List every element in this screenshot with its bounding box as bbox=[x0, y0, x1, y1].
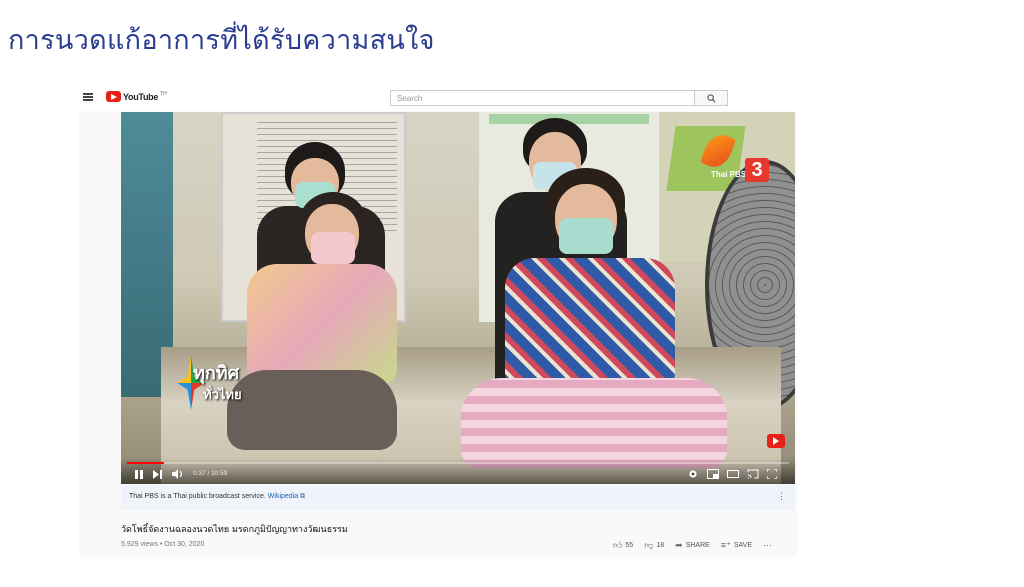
external-link-icon[interactable]: ⧉ bbox=[300, 493, 305, 500]
theater-mode-icon[interactable] bbox=[727, 469, 739, 479]
time-display: 0:37 / 10:59 bbox=[193, 470, 228, 477]
hamburger-menu-icon[interactable] bbox=[83, 93, 93, 101]
youtube-country-code: TH bbox=[160, 91, 167, 97]
pause-icon[interactable] bbox=[135, 470, 143, 479]
youtube-play-logo-icon bbox=[106, 91, 121, 102]
search-button[interactable] bbox=[695, 90, 728, 106]
youtube-header: YouTube TH Search bbox=[79, 85, 797, 111]
thumbs-down-icon: 👎︎ bbox=[644, 540, 654, 550]
more-options-icon[interactable]: ⋮ bbox=[777, 491, 786, 502]
thai-pbs-flame-icon bbox=[699, 130, 737, 172]
like-count: 55 bbox=[625, 542, 634, 549]
video-title: วัดโพธิ์จัดงานฉลองนวดไทย มรดกภูมิปัญญาทา… bbox=[121, 525, 348, 535]
settings-gear-icon[interactable] bbox=[688, 469, 698, 479]
share-icon: ➦ bbox=[675, 540, 683, 550]
thai-pbs-logo-text: Thai PBS bbox=[711, 170, 747, 179]
client-right bbox=[461, 168, 731, 478]
dislike-count: 18 bbox=[656, 542, 665, 549]
more-horizontal-icon: ⋯ bbox=[762, 540, 772, 550]
search-icon bbox=[706, 93, 716, 103]
youtube-logo-text: YouTube bbox=[123, 91, 159, 102]
video-actions: 👍︎ 55 👎︎ 18 ➦ SHARE ≡⁺ SAVE ⋯ bbox=[613, 540, 772, 551]
wikipedia-link[interactable]: Wikipedia bbox=[268, 493, 298, 500]
fullscreen-icon[interactable] bbox=[767, 469, 777, 479]
dislike-button[interactable]: 👎︎ 18 bbox=[644, 540, 664, 551]
share-label: SHARE bbox=[685, 542, 710, 549]
next-icon[interactable] bbox=[153, 470, 162, 479]
volume-icon[interactable] bbox=[172, 469, 184, 479]
program-logo: ทุกทิศ ทั่วไทย bbox=[177, 354, 263, 412]
share-button[interactable]: ➦ SHARE bbox=[675, 540, 710, 551]
info-panel: Thai PBS is a Thai public broadcast serv… bbox=[121, 485, 795, 510]
youtube-window: YouTube TH Search Thai PBS 3 ทุกทิศ ทั่ว… bbox=[79, 85, 797, 557]
player-controls: 0:37 / 10:59 bbox=[121, 458, 795, 484]
save-button[interactable]: ≡⁺ SAVE bbox=[721, 540, 752, 551]
channel-number: 3 bbox=[745, 158, 769, 182]
search-input[interactable]: Search bbox=[390, 90, 695, 106]
miniplayer-icon[interactable] bbox=[707, 469, 719, 479]
video-player[interactable]: Thai PBS 3 ทุกทิศ ทั่วไทย 0:37 / 10:59 bbox=[121, 112, 795, 484]
video-meta: 5,929 views • Oct 30, 2020 bbox=[121, 541, 205, 548]
info-panel-text: Thai PBS is a Thai public broadcast serv… bbox=[129, 493, 266, 500]
youtube-logo[interactable]: YouTube TH bbox=[106, 91, 167, 102]
slide-title: การนวดแก้อาการที่ได้รับความสนใจ bbox=[8, 25, 435, 56]
client-left bbox=[207, 192, 447, 482]
progress-fill bbox=[127, 462, 165, 464]
program-logo-line2: ทั่วไทย bbox=[203, 388, 242, 403]
cast-icon[interactable] bbox=[747, 469, 759, 479]
program-logo-line1: ทุกทิศ bbox=[193, 363, 240, 384]
youtube-watermark-icon[interactable] bbox=[767, 434, 785, 448]
save-label: SAVE bbox=[733, 542, 752, 549]
more-actions-button[interactable]: ⋯ bbox=[763, 540, 772, 551]
thai-pbs-logo: Thai PBS 3 bbox=[687, 130, 787, 192]
playlist-add-icon: ≡⁺ bbox=[720, 540, 731, 550]
progress-bar[interactable] bbox=[127, 462, 789, 464]
like-button[interactable]: 👍︎ 55 bbox=[613, 540, 633, 551]
thumbs-up-icon: 👍︎ bbox=[613, 540, 623, 550]
